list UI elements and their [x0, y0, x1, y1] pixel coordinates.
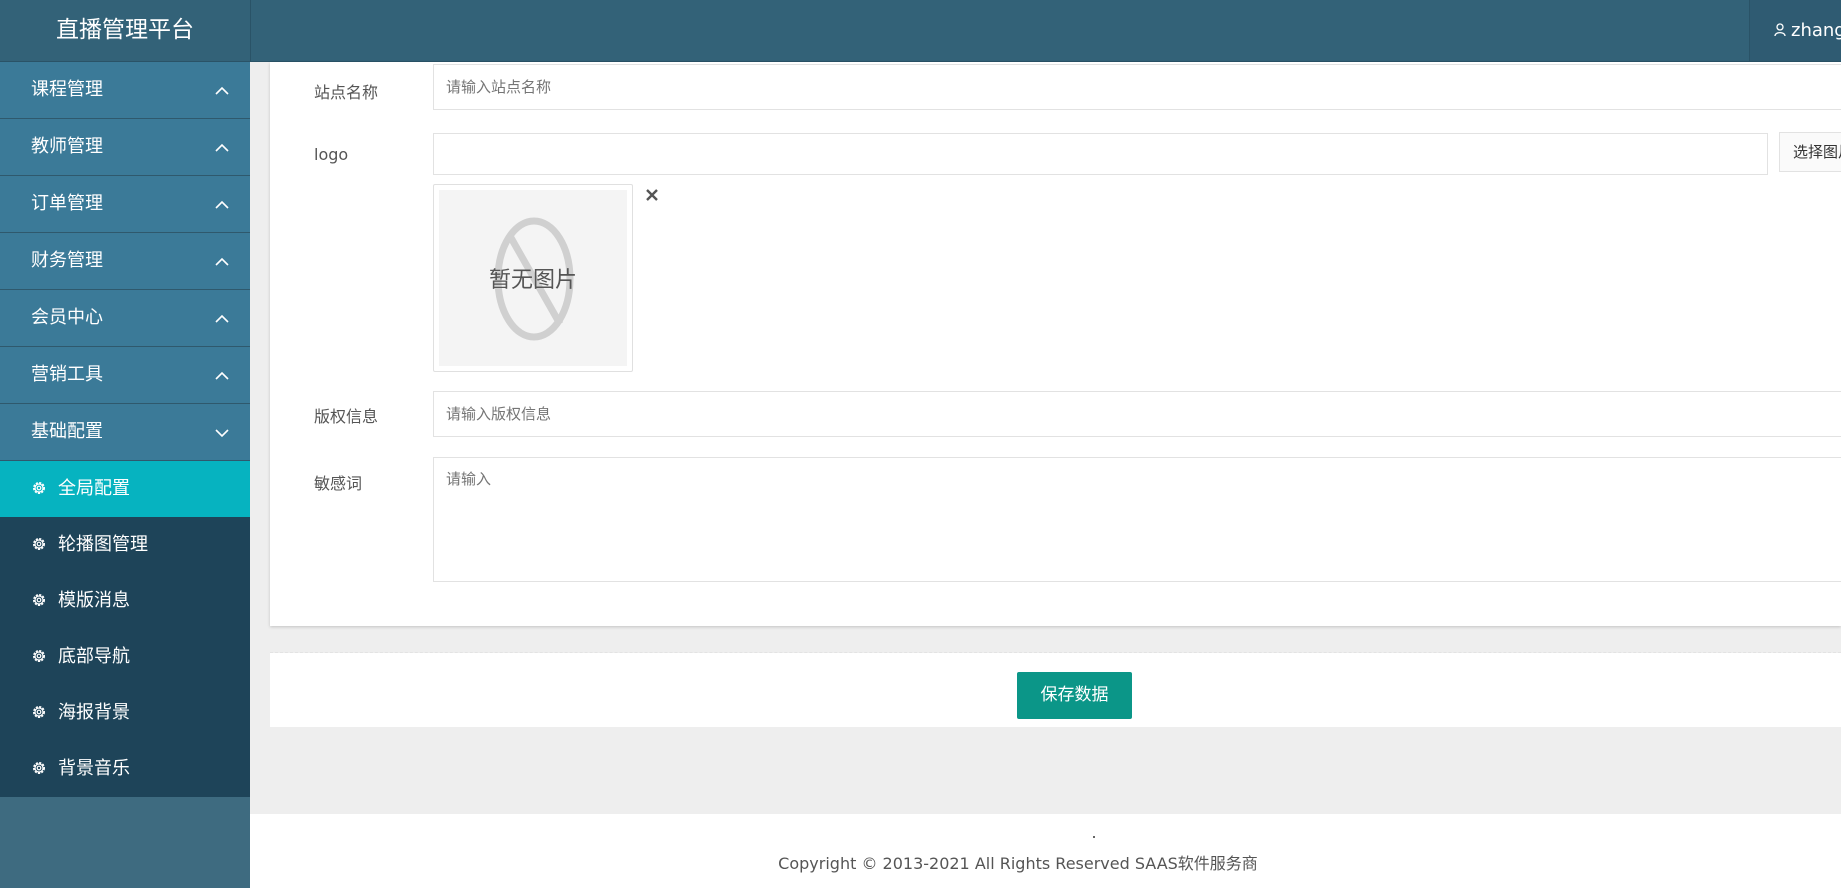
- chevron-up-icon: [215, 143, 229, 152]
- sidebar-item-bottom-nav[interactable]: 底部导航: [0, 629, 250, 685]
- sidebar-item-label: 全局配置: [58, 478, 130, 499]
- logo-label: logo: [314, 145, 349, 164]
- gear-icon: [33, 650, 45, 662]
- menu-group-finance[interactable]: 财务管理: [0, 233, 250, 290]
- chevron-up-icon: [215, 371, 229, 380]
- chevron-up-icon: [215, 314, 229, 323]
- menu-group-label: 会员中心: [31, 307, 103, 328]
- sidebar-item-template-message[interactable]: 模版消息: [0, 573, 250, 629]
- sidebar: 课程管理 教师管理 订单管理 财务管理 会员中心 营销工具 基础配置 全局配置 …: [0, 62, 250, 888]
- choose-image-button[interactable]: 选择图片: [1779, 132, 1841, 172]
- footer-dot: [1093, 836, 1095, 838]
- sidebar-item-label: 轮播图管理: [58, 534, 148, 555]
- sidebar-item-label: 背景音乐: [58, 758, 130, 779]
- footer: Copyright © 2013-2021 All Rights Reserve…: [250, 814, 1841, 888]
- sidebar-item-label: 海报背景: [58, 702, 130, 723]
- copyright-text: Copyright © 2013-2021 All Rights Reserve…: [778, 854, 1258, 873]
- chevron-up-icon: [215, 257, 229, 266]
- gear-icon: [33, 538, 45, 550]
- logo-path-input[interactable]: [433, 133, 1768, 175]
- gear-icon: [33, 762, 45, 774]
- sidebar-item-banner[interactable]: 轮播图管理: [0, 517, 250, 573]
- menu-group-label: 教师管理: [31, 136, 103, 157]
- sidebar-item-label: 模版消息: [58, 590, 130, 611]
- logo-preview: 暂无图片: [433, 184, 633, 372]
- menu-group-label: 基础配置: [31, 421, 103, 442]
- chevron-down-icon: [215, 429, 229, 438]
- main-content: 站点名称 logo 选择图片 暂无图片 版权信息 敏感词 保存数据: [250, 62, 1841, 888]
- no-image-text: 暂无图片: [488, 268, 577, 293]
- user-menu[interactable]: zhang: [1749, 0, 1841, 61]
- sidebar-item-poster-bg[interactable]: 海报背景: [0, 685, 250, 741]
- chevron-up-icon: [215, 86, 229, 95]
- menu-group-basic-config[interactable]: 基础配置: [0, 404, 250, 461]
- gear-icon: [33, 706, 45, 718]
- chevron-up-icon: [215, 200, 229, 209]
- sensitive-words-textarea[interactable]: [433, 457, 1841, 582]
- menu-group-label: 订单管理: [31, 193, 103, 214]
- menu-group-member[interactable]: 会员中心: [0, 290, 250, 347]
- top-bar: 直播管理平台 zhang: [0, 0, 1841, 62]
- menu-group-label: 财务管理: [31, 250, 103, 271]
- menu-group-marketing[interactable]: 营销工具: [0, 347, 250, 404]
- copyright-info-label: 版权信息: [314, 407, 379, 426]
- save-button[interactable]: 保存数据: [1017, 672, 1132, 719]
- menu-group-label: 营销工具: [31, 364, 103, 385]
- action-bar: 保存数据: [270, 653, 1841, 727]
- app-title: 直播管理平台: [0, 0, 251, 61]
- no-image-placeholder: 暂无图片: [439, 190, 627, 366]
- user-name: zhang: [1791, 20, 1841, 41]
- copyright-info-input[interactable]: [433, 391, 1841, 437]
- user-icon: [1774, 23, 1786, 37]
- menu-group-teacher[interactable]: 教师管理: [0, 119, 250, 176]
- submenu-basic-config: 全局配置 轮播图管理 模版消息 底部导航 海报背景 背景音乐: [0, 461, 250, 797]
- close-icon[interactable]: [645, 188, 659, 202]
- sidebar-item-bg-music[interactable]: 背景音乐: [0, 741, 250, 797]
- sensitive-words-label: 敏感词: [314, 474, 363, 493]
- sidebar-item-label: 底部导航: [58, 646, 130, 667]
- menu-group-label: 课程管理: [31, 79, 103, 100]
- gear-icon: [33, 482, 45, 494]
- settings-form-card: 站点名称 logo 选择图片 暂无图片 版权信息 敏感词: [270, 62, 1841, 626]
- site-name-input[interactable]: [433, 64, 1841, 110]
- gear-icon: [33, 594, 45, 606]
- menu-group-course[interactable]: 课程管理: [0, 62, 250, 119]
- sidebar-item-global-config[interactable]: 全局配置: [0, 461, 250, 517]
- menu-group-order[interactable]: 订单管理: [0, 176, 250, 233]
- site-name-label: 站点名称: [314, 83, 379, 102]
